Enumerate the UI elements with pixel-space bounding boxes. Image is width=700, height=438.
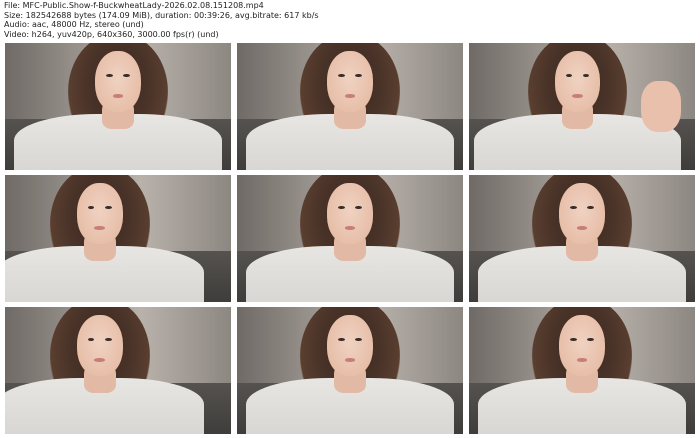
face [559, 182, 605, 244]
right-eye [355, 73, 362, 77]
face [77, 182, 123, 244]
left-eye [565, 73, 573, 77]
lips [344, 94, 356, 99]
face [95, 50, 141, 112]
right-eye [105, 337, 112, 341]
video-frame-thumbnail [5, 43, 231, 170]
thumbnail-grid [5, 43, 695, 434]
video-frame-thumbnail [469, 175, 695, 302]
right-eye [582, 73, 590, 77]
file-name-line: File: MFC-Public.Show-f-BuckwheatLady-20… [4, 1, 264, 10]
lips [576, 358, 588, 363]
file-size-line: Size: 182542688 bytes (174.09 MiB), dura… [4, 10, 319, 20]
lips [94, 226, 106, 231]
lips [112, 94, 124, 99]
right-eye [355, 337, 362, 341]
video-info-line: Video: h264, yuv420p, 640x360, 3000.00 f… [4, 29, 219, 39]
video-frame-thumbnail [469, 307, 695, 434]
right-eye [587, 205, 594, 209]
audio-info-line: Audio: aac, 48000 Hz, stereo (und) [4, 20, 144, 30]
video-frame-thumbnail [237, 175, 463, 302]
left-eye [88, 337, 95, 341]
left-eye [570, 337, 577, 341]
left-eye [338, 205, 345, 209]
left-eye [338, 337, 345, 341]
left-eye [338, 73, 345, 77]
face [559, 314, 605, 376]
left-eye [106, 73, 113, 77]
video-frame-thumbnail [469, 43, 695, 170]
right-eye [105, 205, 112, 209]
left-eye [88, 205, 95, 209]
video-frame-thumbnail [5, 175, 231, 302]
right-eye [123, 73, 130, 77]
right-eye [355, 205, 362, 209]
lips [94, 358, 106, 363]
video-frame-thumbnail [5, 307, 231, 434]
hand [640, 81, 682, 132]
lips [572, 94, 583, 99]
face [77, 314, 123, 376]
video-frame-thumbnail [237, 307, 463, 434]
lips [344, 358, 356, 363]
video-frame-thumbnail [237, 43, 463, 170]
lips [576, 226, 588, 231]
face [554, 50, 601, 112]
lips [344, 226, 356, 231]
left-eye [570, 205, 577, 209]
file-info-header: File: MFC-Public.Show-f-BuckwheatLady-20… [4, 1, 319, 39]
face [327, 182, 373, 244]
face [327, 314, 373, 376]
right-eye [587, 337, 594, 341]
face [327, 50, 373, 112]
